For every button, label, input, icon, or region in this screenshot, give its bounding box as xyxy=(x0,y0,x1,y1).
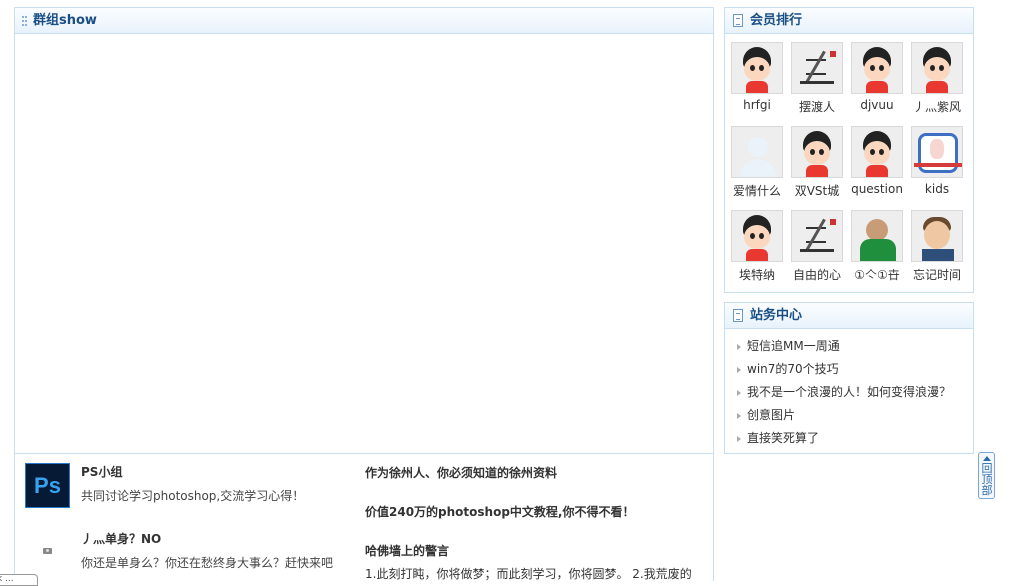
station-link[interactable]: win7的70个技巧 xyxy=(725,358,973,381)
member-card[interactable]: question xyxy=(848,126,906,196)
arrow-up-icon xyxy=(983,456,991,461)
station-center-header: 站务中心 xyxy=(725,303,973,329)
member-card[interactable]: 埃特纳 xyxy=(728,210,786,283)
article-link[interactable]: 作为徐州人、你必须知道的徐州资料 xyxy=(365,464,557,481)
member-avatar[interactable] xyxy=(911,42,963,94)
member-avatar[interactable] xyxy=(791,126,843,178)
member-avatar[interactable] xyxy=(911,210,963,262)
group-show-panel: 群组show xyxy=(14,7,714,454)
member-ranking-panel: 会员排行 hrfgi 摆渡人 djvuu 丿灬紫风 爱情什么 双VSt城 que… xyxy=(724,7,974,293)
member-name[interactable]: 埃特纳 xyxy=(728,266,786,283)
corner-tab[interactable]: k ... xyxy=(0,574,38,586)
member-name[interactable]: question xyxy=(848,182,906,196)
group-list-area: Ps PS小组 共同讨论学习photoshop,交流学习心得！ 丿灬单身？NO … xyxy=(14,453,714,581)
back-to-top-button[interactable]: 回顶部 xyxy=(978,452,995,499)
article-link[interactable]: 哈佛墙上的警言 xyxy=(365,542,449,559)
member-name[interactable]: kids xyxy=(908,182,966,196)
member-name[interactable]: hrfgi xyxy=(728,98,786,112)
member-name[interactable]: 自由的心 xyxy=(788,266,846,283)
station-link[interactable]: 创意图片 xyxy=(725,404,973,427)
member-card[interactable]: 忘记时间 xyxy=(908,210,966,283)
member-card[interactable]: djvuu xyxy=(848,42,906,112)
back-to-top-label: 回顶部 xyxy=(981,462,993,497)
member-card[interactable]: 自由的心 xyxy=(788,210,846,283)
group-show-title: 群组show xyxy=(33,13,97,28)
member-name[interactable]: 丿灬紫风 xyxy=(908,98,966,115)
member-card[interactable]: 摆渡人 xyxy=(788,42,846,115)
station-link[interactable]: 我不是一个浪漫的人！如何变得浪漫？ xyxy=(725,381,973,404)
member-card[interactable]: hrfgi xyxy=(728,42,786,112)
member-avatar[interactable] xyxy=(791,42,843,94)
camera-icon[interactable] xyxy=(43,548,52,554)
group-description: 你还是单身么？你还在愁终身大事么？赶快来吧 xyxy=(81,556,334,570)
group-name-link[interactable]: 丿灬单身？NO xyxy=(81,530,161,547)
station-link[interactable]: 直接笑死算了 xyxy=(725,427,973,450)
document-icon xyxy=(733,14,743,27)
member-name[interactable]: 忘记时间 xyxy=(908,266,966,283)
document-icon xyxy=(733,309,743,322)
group-show-header: 群组show xyxy=(15,8,713,34)
member-card[interactable]: 双VSt城 xyxy=(788,126,846,199)
member-avatar[interactable] xyxy=(731,126,783,178)
member-name[interactable]: ①亽①卋 xyxy=(848,266,906,283)
article-link[interactable]: 价值240万的photoshop中文教程,你不得不看！ xyxy=(365,503,635,520)
member-card[interactable]: kids xyxy=(908,126,966,196)
member-avatar[interactable] xyxy=(851,126,903,178)
member-avatar[interactable] xyxy=(851,42,903,94)
station-center-panel: 站务中心 短信追MM一周通 win7的70个技巧 我不是一个浪漫的人！如何变得浪… xyxy=(724,302,974,454)
photoshop-logo-icon[interactable]: Ps xyxy=(25,463,70,508)
member-card[interactable]: ①亽①卋 xyxy=(848,210,906,283)
group-name-link[interactable]: PS小组 xyxy=(81,463,122,480)
member-card[interactable]: 爱情什么 xyxy=(728,126,786,199)
member-name[interactable]: djvuu xyxy=(848,98,906,112)
article-excerpt: 1.此刻打盹，你将做梦；而此刻学习，你将圆梦。 2.我荒废的 xyxy=(365,567,692,581)
member-name[interactable]: 爱情什么 xyxy=(728,182,786,199)
member-avatar[interactable] xyxy=(731,210,783,262)
member-avatar[interactable] xyxy=(791,210,843,262)
member-name[interactable]: 摆渡人 xyxy=(788,98,846,115)
station-list: 短信追MM一周通 win7的70个技巧 我不是一个浪漫的人！如何变得浪漫？ 创意… xyxy=(725,329,973,450)
dots-icon xyxy=(22,16,27,26)
member-avatar[interactable] xyxy=(851,210,903,262)
station-center-title: 站务中心 xyxy=(750,308,803,323)
member-ranking-title: 会员排行 xyxy=(750,13,803,28)
member-avatar[interactable] xyxy=(911,126,963,178)
station-link[interactable]: 短信追MM一周通 xyxy=(725,335,973,358)
member-card[interactable]: 丿灬紫风 xyxy=(908,42,966,115)
member-avatar[interactable] xyxy=(731,42,783,94)
group-description: 共同讨论学习photoshop,交流学习心得！ xyxy=(81,489,305,503)
member-name[interactable]: 双VSt城 xyxy=(788,182,846,199)
member-ranking-header: 会员排行 xyxy=(725,8,973,34)
